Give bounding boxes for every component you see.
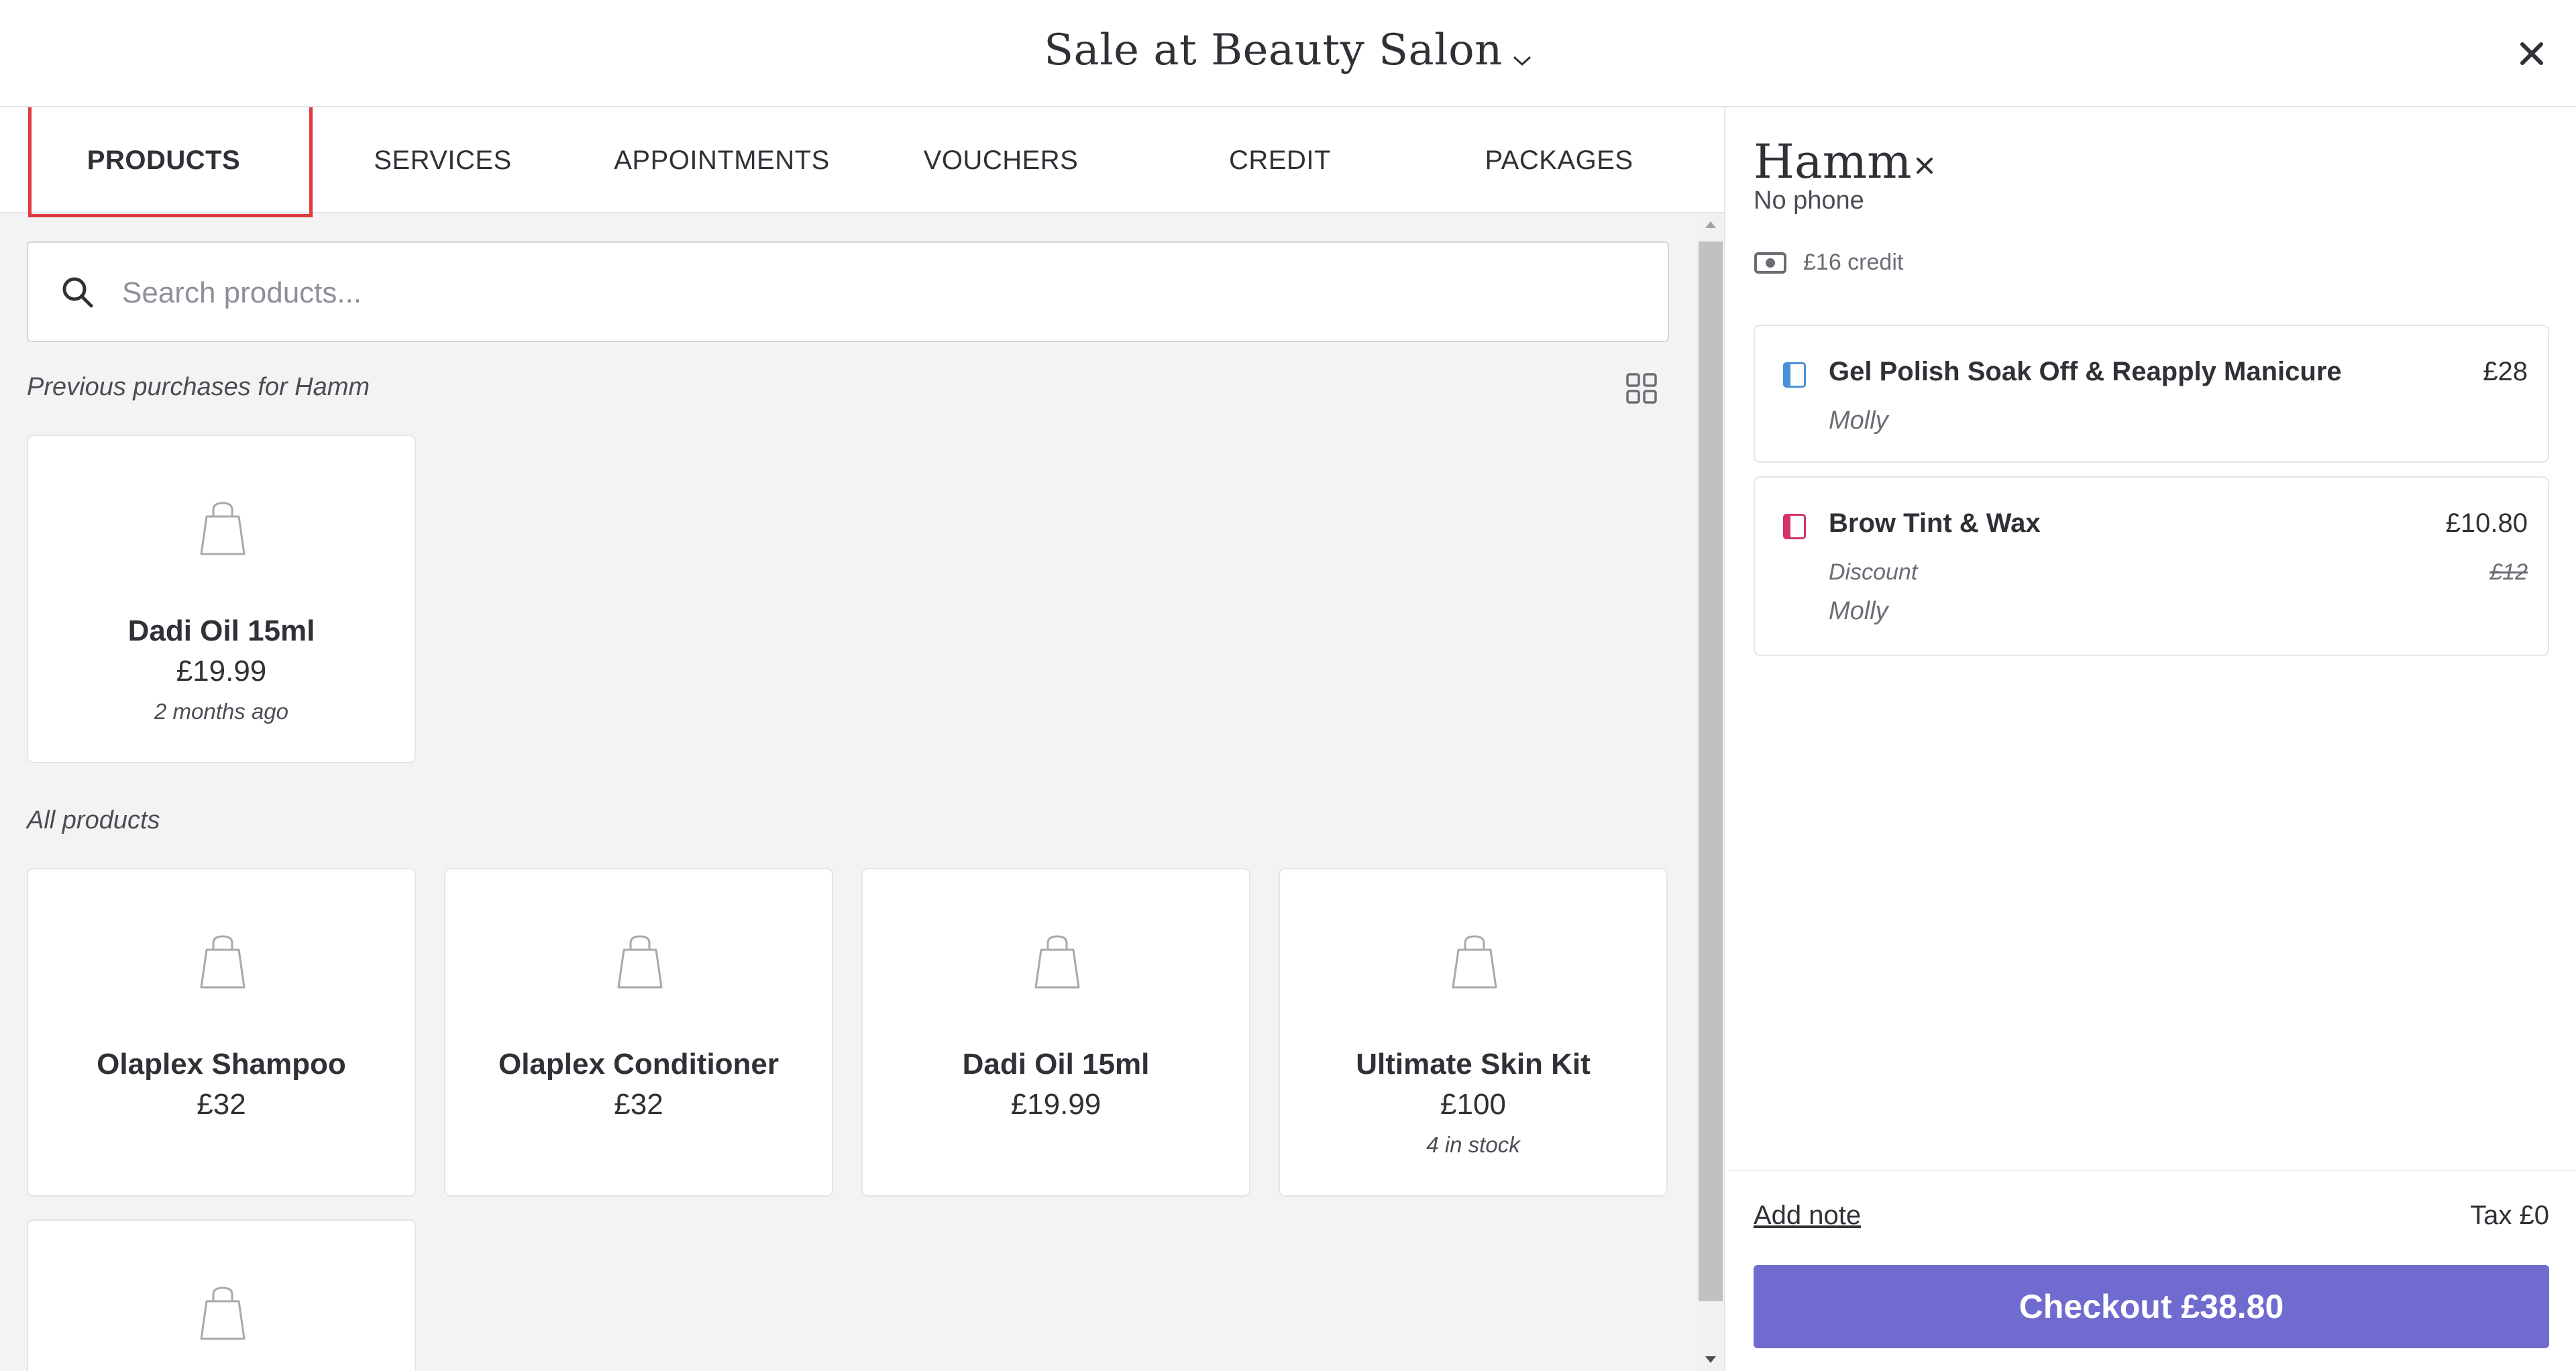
scrollbar-thumb[interactable]: [1699, 241, 1723, 1301]
service-color-marker: [1783, 514, 1806, 539]
cash-icon: [1754, 251, 1787, 275]
client-name: Hamm: [1754, 134, 1912, 189]
product-price: £32: [197, 1088, 246, 1121]
search-icon: [59, 274, 97, 311]
tab-vouchers[interactable]: VOUCHERS: [861, 107, 1140, 213]
product-price: £32: [614, 1088, 663, 1121]
scroll-down-arrow-icon[interactable]: [1705, 1356, 1716, 1363]
product-card[interactable]: Olaplex Conditioner £32: [444, 868, 833, 1197]
product-name: Dadi Oil 15ml: [962, 1048, 1150, 1081]
original-price: £12: [2489, 559, 2528, 585]
service-color-marker: [1783, 362, 1806, 388]
tab-bar: PRODUCTS SERVICES APPOINTMENTS VOUCHERS …: [0, 107, 1724, 217]
search-input[interactable]: [122, 263, 1638, 323]
client-phone: No phone: [1754, 186, 1864, 215]
catalog-panel: PRODUCTS SERVICES APPOINTMENTS VOUCHERS …: [0, 107, 1725, 1371]
shopping-bag-icon: [199, 1285, 247, 1341]
product-card[interactable]: [27, 1219, 416, 1371]
cart-item-amount: £28: [2483, 357, 2528, 386]
product-name: Olaplex Shampoo: [97, 1048, 346, 1081]
shopping-bag-icon: [199, 934, 247, 990]
shopping-bag-icon: [199, 500, 247, 557]
product-price: £19.99: [1010, 1088, 1102, 1121]
cart-item-amount: £10.80: [2445, 508, 2528, 538]
discount-label: Discount: [1829, 559, 1918, 585]
sale-location-selector[interactable]: Sale at Beauty Salon: [0, 25, 2576, 78]
product-meta: 2 months ago: [154, 699, 288, 724]
remove-client-icon[interactable]: [1912, 153, 1937, 178]
tab-credit[interactable]: CREDIT: [1140, 107, 1419, 213]
close-icon[interactable]: [2513, 35, 2551, 72]
previous-purchases-label: Previous purchases for Hamm: [27, 373, 370, 401]
scroll-up-arrow-icon[interactable]: [1705, 221, 1716, 228]
product-card[interactable]: Ultimate Skin Kit £100 4 in stock: [1279, 868, 1668, 1197]
shopping-bag-icon: [1033, 934, 1081, 990]
product-price: £19.99: [176, 655, 267, 688]
tab-products[interactable]: PRODUCTS: [24, 107, 303, 213]
page-title: Sale at Beauty Salon: [1044, 25, 1503, 75]
product-card[interactable]: Dadi Oil 15ml £19.99: [861, 868, 1250, 1197]
cart-panel: Hamm No phone £16 credit Gel Polish Soak…: [1727, 107, 2576, 1371]
cart-item-staff: Molly: [1829, 406, 1888, 435]
shopping-bag-icon: [616, 934, 664, 990]
header: Sale at Beauty Salon: [0, 0, 2576, 107]
product-card[interactable]: Olaplex Shampoo £32: [27, 868, 416, 1197]
cart-item-title: Gel Polish Soak Off & Reapply Manicure: [1829, 357, 2342, 386]
product-meta: 4 in stock: [1426, 1132, 1520, 1157]
add-note-link[interactable]: Add note: [1754, 1201, 1861, 1231]
cart-item-staff: Molly: [1829, 597, 1888, 625]
product-price: £100: [1440, 1088, 1506, 1121]
cart-item[interactable]: Brow Tint & Wax £10.80 Discount £12 Moll…: [1754, 476, 2549, 656]
cart-item[interactable]: Gel Polish Soak Off & Reapply Manicure £…: [1754, 325, 2549, 463]
client-credit: £16 credit: [1803, 250, 1904, 275]
checkout-button[interactable]: Checkout £38.80: [1754, 1265, 2549, 1348]
cart-item-title: Brow Tint & Wax: [1829, 508, 2041, 538]
product-name: Dadi Oil 15ml: [127, 614, 315, 647]
tax-amount: Tax £0: [2470, 1201, 2549, 1230]
product-card[interactable]: Dadi Oil 15ml £19.99 2 months ago: [27, 435, 416, 763]
grid-view-icon[interactable]: [1625, 372, 1658, 405]
product-name: Ultimate Skin Kit: [1356, 1048, 1591, 1081]
tab-services[interactable]: SERVICES: [303, 107, 582, 213]
tab-appointments[interactable]: APPOINTMENTS: [582, 107, 861, 213]
scrollbar[interactable]: [1697, 213, 1724, 1371]
shopping-bag-icon: [1450, 934, 1499, 990]
all-products-label: All products: [27, 806, 160, 834]
search-box[interactable]: [27, 241, 1669, 342]
chevron-down-icon: [1512, 29, 1532, 78]
product-name: Olaplex Conditioner: [498, 1048, 780, 1081]
tab-packages[interactable]: PACKAGES: [1419, 107, 1699, 213]
